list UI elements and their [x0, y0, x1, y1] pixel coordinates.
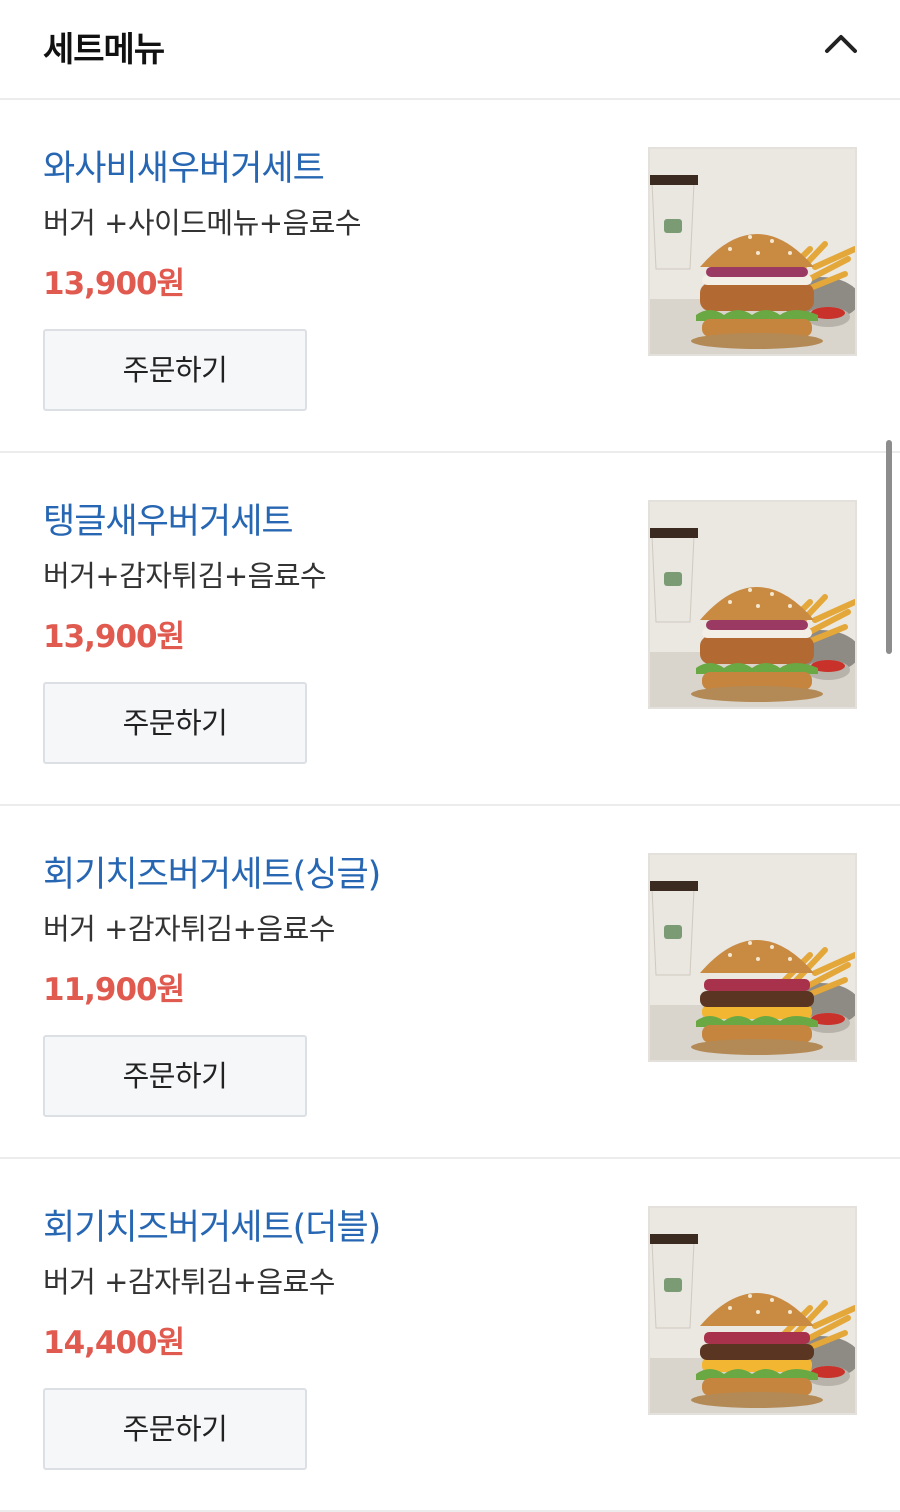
item-price: 14,400원 — [43, 1325, 185, 1361]
item-name[interactable]: 회기치즈버거세트(더블) — [43, 1199, 381, 1250]
item-name[interactable]: 탱글새우버거세트 — [43, 493, 294, 544]
scrollbar[interactable] — [886, 440, 892, 654]
menu-item[interactable]: 와사비새우버거세트 버거 +사이드메뉴+음료수 13,900원 주문하기 — [0, 100, 900, 453]
section-header[interactable]: 세트메뉴 — [0, 0, 900, 100]
item-description: 버거 +감자튀김+음료수 — [43, 1265, 335, 1299]
item-description: 버거 +사이드메뉴+음료수 — [43, 206, 362, 240]
menu-list: 와사비새우버거세트 버거 +사이드메뉴+음료수 13,900원 주문하기 탱글새… — [0, 100, 900, 1512]
item-image[interactable] — [648, 1206, 857, 1415]
item-image[interactable] — [648, 853, 857, 1062]
item-price: 11,900원 — [43, 972, 185, 1008]
item-price: 13,900원 — [43, 266, 185, 302]
item-description: 버거+감자튀김+음료수 — [43, 559, 327, 593]
order-button[interactable]: 주문하기 — [43, 329, 307, 411]
section-title: 세트메뉴 — [43, 30, 165, 70]
chevron-up-icon[interactable] — [818, 22, 864, 68]
order-button[interactable]: 주문하기 — [43, 1388, 307, 1470]
menu-item[interactable]: 회기치즈버거세트(더블) 버거 +감자튀김+음료수 14,400원 주문하기 — [0, 1159, 900, 1512]
item-price: 13,900원 — [43, 619, 185, 655]
item-image[interactable] — [648, 500, 857, 709]
item-name[interactable]: 회기치즈버거세트(싱글) — [43, 846, 381, 897]
menu-item[interactable]: 회기치즈버거세트(싱글) 버거 +감자튀김+음료수 11,900원 주문하기 — [0, 806, 900, 1159]
order-button[interactable]: 주문하기 — [43, 682, 307, 764]
item-image[interactable] — [648, 147, 857, 356]
menu-item[interactable]: 탱글새우버거세트 버거+감자튀김+음료수 13,900원 주문하기 — [0, 453, 900, 806]
order-button[interactable]: 주문하기 — [43, 1035, 307, 1117]
item-name[interactable]: 와사비새우버거세트 — [43, 140, 325, 191]
item-description: 버거 +감자튀김+음료수 — [43, 912, 335, 946]
